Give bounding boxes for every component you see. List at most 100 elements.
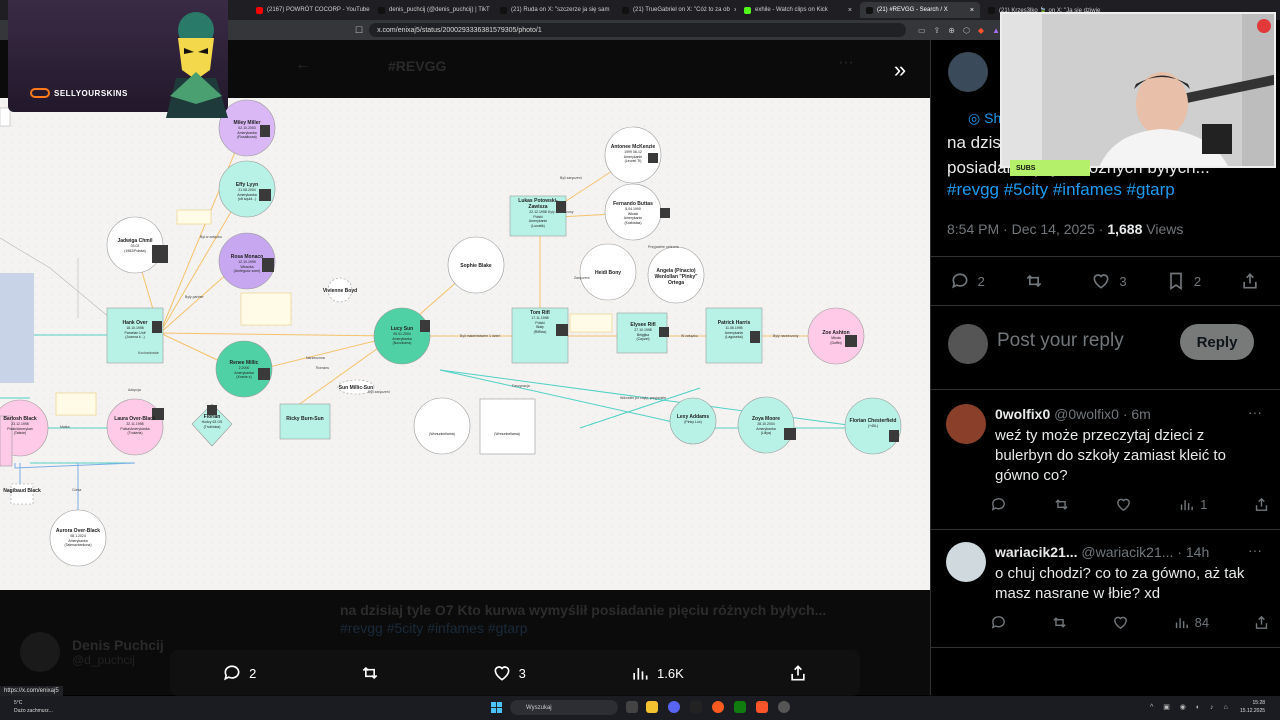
photo-like-button[interactable]: 3 — [492, 663, 526, 683]
node-name: Angela (Pinacio) Wenlollan "Pinky" Orteg… — [654, 268, 698, 286]
browser-tab[interactable]: (2167) POWRÓT COCORP - YouTube× — [250, 2, 370, 18]
like-button[interactable]: 3 — [1091, 271, 1127, 291]
comment-repost-button[interactable] — [1053, 496, 1070, 513]
repost-button[interactable] — [1024, 271, 1052, 291]
diagram-node: Lexy Addams (Pinky Lux) — [668, 414, 718, 425]
zoom-icon[interactable]: ⊕ — [948, 26, 955, 35]
share-button[interactable] — [1240, 271, 1260, 291]
x-icon — [988, 6, 995, 14]
photo-repost-button[interactable] — [360, 663, 387, 683]
browser-tab[interactable]: exhile - Watch clips on Kick × — [738, 2, 858, 18]
tab-label: (2167) POWRÓT COCORP - YouTube — [267, 7, 370, 13]
cast-icon[interactable]: ▭ — [918, 26, 926, 35]
close-tab-icon[interactable]: × — [848, 7, 852, 14]
brave-browser-icon[interactable] — [756, 701, 768, 713]
taskbar-search[interactable]: Wyszukaj — [510, 700, 618, 715]
rewards-icon[interactable]: ▲ — [992, 26, 1000, 35]
comment-views-button[interactable]: 1 — [1178, 496, 1207, 513]
comment-share-button[interactable] — [1253, 496, 1270, 513]
comment-reply-button[interactable] — [990, 614, 1007, 631]
node-details: 08.1.2024 Amerykanka (Talenazbarkona) — [64, 534, 92, 547]
more-icon[interactable]: ··· — [838, 54, 854, 72]
bookmark-button[interactable]: 2 — [1166, 271, 1201, 291]
discord-icon[interactable] — [668, 701, 680, 713]
browser-tab[interactable]: (21) TrueGabriel on X: "Cóż to za ob × — [616, 2, 736, 18]
bookmark-icon[interactable]: ☐ — [355, 25, 363, 36]
comment-like-button[interactable] — [1115, 496, 1132, 513]
diagram-node: Laura Over-Black 22.11.1998 Polka/Ameryka… — [110, 416, 160, 436]
windows-start-icon[interactable] — [491, 702, 502, 713]
obs-icon[interactable] — [778, 701, 790, 713]
edge-label: Romans — [316, 366, 330, 370]
header-title: #REVGG — [388, 58, 447, 74]
close-tab-icon[interactable]: × — [734, 7, 736, 14]
firefox-icon[interactable] — [712, 701, 724, 713]
comment-like-button[interactable] — [1112, 614, 1129, 631]
share-icon[interactable]: ⇪ — [934, 26, 941, 35]
comment-time[interactable]: · 14h — [1177, 544, 1209, 560]
tweet-hashtags[interactable]: #revgg #5city #infames #gtarp — [947, 180, 1175, 200]
ghost-author-handle: @d_puchcij — [72, 653, 135, 667]
node-details: 5.04.1990 Włoski Amerykanin (Krabiatas) — [623, 207, 643, 225]
browser-tab[interactable]: (21) Ruda on X: "szczerze ja się sam× — [494, 2, 614, 18]
node-details: 28.10.2004 Amerykanka (Liliya) — [756, 422, 776, 435]
reply-tweet[interactable]: wariacik21... @wariacik21... · 14h ··· o c… — [930, 530, 1280, 648]
taskview-icon[interactable] — [626, 701, 638, 713]
commenter-avatar[interactable] — [946, 542, 986, 582]
repost-icon — [363, 666, 378, 680]
ghost-tweet-text: na dzisiaj tyle O7 Kto kurwa wymyślił po… — [340, 602, 827, 618]
weather-widget[interactable]: 5°C Dużo zachmurz... — [14, 699, 53, 715]
webcam-overlay — [1000, 12, 1276, 168]
comment-views-button[interactable]: 84 — [1173, 614, 1209, 631]
x-icon — [622, 6, 629, 14]
comment-repost-button[interactable] — [1051, 614, 1068, 631]
more-icon[interactable]: ··· — [1248, 542, 1262, 558]
weather-desc: Dużo zachmurz... — [14, 708, 53, 714]
reply-button[interactable]: 2 — [950, 271, 985, 291]
reply-input[interactable]: Post your reply — [997, 330, 1124, 352]
edge-label: W związku — [681, 334, 698, 338]
comment-reply-button[interactable] — [990, 496, 1007, 513]
share-icon — [791, 665, 805, 681]
system-tray[interactable]: ^ ▣ ◉ ◐ ♪ ⌂ — [1150, 703, 1232, 711]
node-details: 05.01.2004 Amerykanka (Noczkoma) — [392, 332, 412, 345]
app-icon[interactable] — [690, 701, 702, 713]
relationship-diagram-image[interactable]: Miley Miller 02.10.2003 Amerykanka (Rusał… — [0, 98, 930, 590]
browser-tab[interactable]: (21) #REVGG - Search / X × — [860, 2, 980, 18]
photo-views-count: 1.6K — [657, 665, 684, 681]
commenter-name[interactable]: wariacik21... — [995, 544, 1078, 560]
photo-views-button[interactable]: 1.6K — [630, 663, 684, 683]
comment-views-count: 1 — [1200, 497, 1208, 512]
photo-reply-button[interactable]: 2 — [222, 663, 256, 683]
more-icon[interactable]: ··· — [1248, 404, 1262, 420]
x-icon — [866, 6, 873, 14]
author-avatar[interactable] — [948, 52, 988, 92]
diagram-node: Jadwiga Chmil 03.03 (1982/Polska) — [110, 238, 160, 253]
tab-label: exhile - Watch clips on Kick — [755, 7, 828, 13]
node-details: 23.12.1998 Polak/Amerykan (Tatinie) — [7, 422, 33, 435]
comment-share-button[interactable] — [1253, 614, 1270, 631]
reply-tweet[interactable]: 0wolfix0 @0wolfix0 · 6m ··· weź ty może pr… — [930, 392, 1280, 530]
diagram-node: Nagibaud Black — [0, 488, 47, 494]
expand-panel-button[interactable]: » — [885, 56, 915, 84]
back-arrow-icon[interactable]: ← — [295, 56, 311, 74]
streamer-camera-icon — [1002, 14, 1274, 166]
xbox-icon[interactable] — [734, 701, 746, 713]
browser-tab[interactable]: denis_puchcij (@denis_puchcij) | TikT× — [372, 2, 492, 18]
photo-share-button[interactable] — [788, 663, 808, 683]
commenter-avatar[interactable] — [946, 404, 986, 444]
file-explorer-icon[interactable] — [646, 701, 658, 713]
close-tab-icon[interactable]: × — [970, 7, 974, 14]
tweet-time[interactable]: 8:54 PM · Dec 14, 2025 — [947, 221, 1095, 237]
comment-actions: 1 — [990, 496, 1270, 513]
extension-icon[interactable]: ⬡ — [963, 26, 970, 35]
edge-label: Były narzeczony — [773, 334, 799, 338]
comment-time[interactable]: · 6m — [1123, 406, 1151, 422]
edge-label: Fascynacja — [512, 384, 530, 388]
url-field[interactable]: x.com/enixaj5/status/2000293336381579305… — [369, 23, 906, 37]
commenter-name[interactable]: 0wolfix0 — [995, 406, 1050, 422]
taskbar-clock[interactable]: 15:28 15.12.2025 — [1240, 699, 1265, 715]
reply-submit-button[interactable]: Reply — [1180, 324, 1254, 360]
brave-shield-icon[interactable]: ◆ — [978, 26, 984, 35]
kick-icon — [744, 6, 751, 14]
